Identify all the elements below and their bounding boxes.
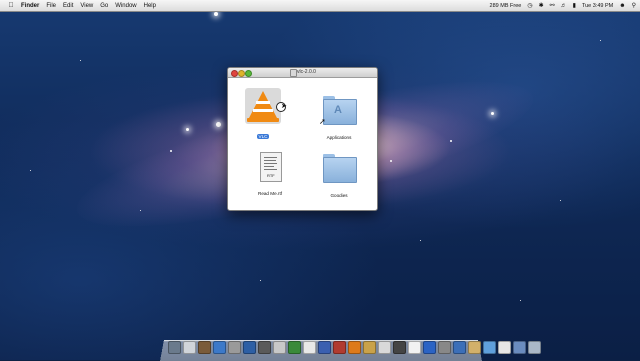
star xyxy=(260,280,261,281)
dock-app-icon[interactable] xyxy=(288,341,301,354)
star xyxy=(80,60,81,61)
dock-app-icon[interactable] xyxy=(438,341,451,354)
menu-help[interactable]: Help xyxy=(144,3,156,9)
disk-image-icon xyxy=(290,69,297,77)
applications-label: Applications xyxy=(326,135,352,140)
dock-app-icon[interactable] xyxy=(213,341,226,354)
dock-app-icon[interactable] xyxy=(423,341,436,354)
dock-app-icon[interactable] xyxy=(513,341,526,354)
dock-app-icon[interactable] xyxy=(333,341,346,354)
goodies-folder-icon xyxy=(323,157,357,183)
clock[interactable]: Tue 3:49 PM xyxy=(582,3,613,9)
dock-app-icon[interactable] xyxy=(273,341,286,354)
star xyxy=(450,140,452,142)
dock-app-icon[interactable] xyxy=(258,341,271,354)
window-titlebar[interactable]: vlc-2.0.0 xyxy=(228,68,377,78)
dock-app-icon[interactable] xyxy=(318,341,331,354)
menu-file[interactable]: File xyxy=(46,3,56,9)
bright-star xyxy=(216,122,221,127)
dock-app-icon[interactable] xyxy=(393,341,406,354)
dock-app-icon[interactable] xyxy=(453,341,466,354)
doc-line xyxy=(264,163,277,164)
star xyxy=(600,40,601,41)
menu-window[interactable]: Window xyxy=(115,3,136,9)
readme-label: Read Me.rtf xyxy=(258,191,282,196)
dock-app-icon[interactable] xyxy=(198,341,211,354)
menu-extras: 289 MB Free ◷ ✱ ⚯ ♬ ▮ Tue 3:49 PM ☻ ⚲ xyxy=(490,0,636,11)
vlc-app-item[interactable]: ➤ VLC xyxy=(233,88,293,139)
battery-icon[interactable]: ▮ xyxy=(573,2,576,9)
star xyxy=(420,240,421,241)
readme-file-item[interactable]: RTF Read Me.rtf xyxy=(240,152,300,196)
spotlight-icon[interactable]: ⚲ xyxy=(632,2,636,9)
menu-app-name[interactable]: Finder xyxy=(21,3,39,9)
time-machine-icon[interactable]: ◷ xyxy=(527,2,532,9)
applications-folder-item[interactable]: A ➚ Applications xyxy=(309,96,369,140)
dock-app-icon[interactable] xyxy=(168,341,181,354)
dock-app-icon[interactable] xyxy=(483,341,496,354)
star xyxy=(520,300,521,301)
dock-app-icon[interactable] xyxy=(303,341,316,354)
cone-stripe xyxy=(253,109,273,112)
doc-line xyxy=(264,169,277,170)
bluetooth-icon[interactable]: ✱ xyxy=(539,2,544,9)
memory-status[interactable]: 289 MB Free xyxy=(490,3,522,9)
dock-app-icon[interactable] xyxy=(378,341,391,354)
wifi-icon[interactable]: ⚯ xyxy=(550,2,555,9)
dock-app-icon[interactable] xyxy=(183,341,196,354)
window-title: vlc-2.0.0 xyxy=(297,69,316,75)
user-icon[interactable]: ☻ xyxy=(619,3,625,9)
bright-star xyxy=(491,112,494,115)
vlc-cone-icon xyxy=(249,91,277,118)
pointer-icon: ➤ xyxy=(281,103,287,110)
dock-app-icon[interactable] xyxy=(408,341,421,354)
goodies-label: Goodies xyxy=(330,193,348,198)
minimize-button[interactable] xyxy=(238,70,245,77)
doc-line xyxy=(264,157,277,158)
dock-app-icon[interactable] xyxy=(468,341,481,354)
bright-star xyxy=(214,12,218,16)
menu-bar:  Finder File Edit View Go Window Help 2… xyxy=(0,0,640,12)
star xyxy=(560,200,561,201)
apple-icon[interactable]:  xyxy=(6,2,16,9)
finder-window[interactable]: vlc-2.0.0 ➤ VLC A ➚ Applications RTF Rea… xyxy=(227,67,378,211)
menu-view[interactable]: View xyxy=(80,3,93,9)
bright-star xyxy=(186,128,189,131)
vlc-label: VLC xyxy=(256,134,270,139)
zoom-button[interactable] xyxy=(245,70,252,77)
volume-icon[interactable]: ♬ xyxy=(561,3,567,9)
close-button[interactable] xyxy=(231,70,238,77)
dock-app-icon[interactable] xyxy=(348,341,361,354)
app-store-a-icon: A xyxy=(334,104,342,116)
menu-go[interactable]: Go xyxy=(100,3,108,9)
dock-app-icon[interactable] xyxy=(228,341,241,354)
rtf-document-icon: RTF xyxy=(260,152,282,182)
doc-line xyxy=(264,160,276,161)
goodies-folder-item[interactable]: Goodies xyxy=(309,154,369,198)
dock-app-icon[interactable] xyxy=(528,341,541,354)
dock xyxy=(168,341,541,355)
rtf-ext-label: RTF xyxy=(267,173,275,178)
star xyxy=(170,150,172,152)
star xyxy=(140,210,141,211)
dock-app-icon[interactable] xyxy=(363,341,376,354)
doc-line xyxy=(264,166,274,167)
star xyxy=(390,160,392,162)
alias-arrow-icon: ➚ xyxy=(319,117,326,126)
dock-app-icon[interactable] xyxy=(243,341,256,354)
cone-stripe xyxy=(256,101,270,104)
star xyxy=(30,170,31,171)
menu-edit[interactable]: Edit xyxy=(63,3,73,9)
cone-base xyxy=(247,118,279,122)
dock-app-icon[interactable] xyxy=(498,341,511,354)
